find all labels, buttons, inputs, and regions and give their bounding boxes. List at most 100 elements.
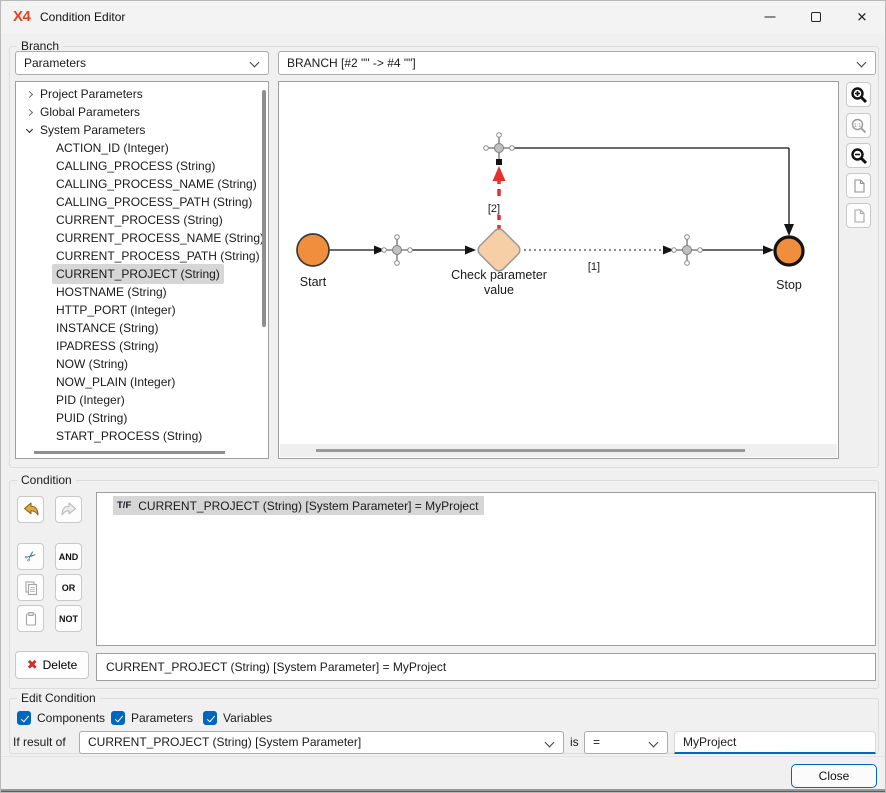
edge-start-to-connector[interactable] [329,246,385,255]
operand-value: CURRENT_PROJECT (String) [System Paramet… [88,735,361,749]
true-false-badge-icon: T/F [117,500,131,511]
copy-button[interactable] [17,574,44,601]
redo-button[interactable] [55,496,82,523]
tree-item[interactable]: Project Parameters [16,85,268,103]
tree-item[interactable]: ACTION_ID (Integer) [16,139,268,157]
stop-node[interactable] [775,237,803,265]
process-diagram-canvas[interactable]: [2] [1] [278,81,839,459]
stop-node-label: Stop [776,278,802,292]
decision-node[interactable] [476,227,523,274]
branch-dropdown[interactable]: BRANCH [#2 "" -> #4 ""] [278,51,876,75]
operand-dropdown[interactable]: CURRENT_PROJECT (String) [System Paramet… [79,731,564,754]
tree-item[interactable]: CALLING_PROCESS_PATH (String) [16,193,268,211]
tree-item[interactable]: CURRENT_PROCESS_NAME (String) [16,229,268,247]
close-window-button[interactable]: ✕ [839,1,885,33]
filter-checkbox[interactable]: Variables [203,711,272,725]
edge-branch2-selected[interactable] [493,159,506,236]
tree-item[interactable]: CURRENT_PROCESS_PATH (String) [16,247,268,265]
filter-checkbox[interactable]: Components [17,711,105,725]
tree-item[interactable]: CALLING_PROCESS_NAME (String) [16,175,268,193]
checkbox-check-icon [17,711,31,725]
condition-list-item[interactable]: T/F CURRENT_PROJECT (String) [System Par… [113,496,484,515]
process-flow-svg: [2] [1] [279,82,838,444]
edge-label-branch2: [2] [488,203,500,215]
comparison-value-input[interactable] [674,731,876,754]
maximize-button[interactable] [793,1,839,33]
condition-summary-field: CURRENT_PROJECT (String) [System Paramet… [96,653,876,681]
fit-page-button[interactable] [846,173,871,198]
window-bottom-edge [1,789,885,793]
is-label: is [570,731,579,754]
tree-chevron-icon [22,129,36,132]
connector-node[interactable] [484,133,515,159]
not-operator-button[interactable]: NOT [55,605,82,632]
tree-chevron-icon [38,218,52,223]
maximize-icon [811,12,821,22]
filter-checkbox[interactable]: Parameters [111,711,193,725]
operator-value: = [593,735,600,749]
edge-branch2-route[interactable] [512,148,794,236]
tree-item[interactable]: CALLING_PROCESS (String) [16,157,268,175]
edge-connector-to-stop[interactable] [700,246,774,255]
tree-chevron-icon [38,308,52,313]
parameter-type-dropdown[interactable]: Parameters [15,51,269,75]
or-operator-button[interactable]: OR [55,574,82,601]
zoom-actual-size-icon: 1:1 [850,117,868,135]
edge-branch1[interactable] [524,246,674,255]
close-button[interactable]: Close [791,764,877,788]
tree-chevron-icon [38,416,52,421]
condition-list[interactable]: T/F CURRENT_PROJECT (String) [System Par… [96,492,876,646]
delete-button[interactable]: ✖ Delete [15,651,89,679]
edge-connector-to-decision[interactable] [410,246,476,255]
x4-logo: X4 [13,8,30,25]
decision-node-label-line1: Check parameter [451,268,547,282]
and-operator-button[interactable]: AND [55,543,82,570]
tree-horizontal-scrollbar[interactable] [34,451,225,454]
tree-item[interactable]: NOW_PLAIN (Integer) [16,373,268,391]
delete-x-icon: ✖ [27,657,38,673]
tree-chevron-icon [38,182,52,187]
tree-item[interactable]: INSTANCE (String) [16,319,268,337]
tree-item[interactable]: PUID (String) [16,409,268,427]
tree-item[interactable]: CURRENT_PROCESS (String) [16,211,268,229]
tree-chevron-icon [38,362,52,367]
svg-text:1:1: 1:1 [853,122,861,128]
cut-button[interactable]: ✂ [17,543,44,570]
connector-node[interactable] [672,235,703,266]
minimize-button[interactable] [747,1,793,33]
connector-node[interactable] [382,235,413,266]
fit-width-button[interactable] [846,203,871,228]
zoom-actual-size-button[interactable]: 1:1 [846,113,871,138]
tree-vertical-scrollbar[interactable] [262,90,266,327]
window-title: Condition Editor [40,10,125,24]
condition-group-label: Condition [17,473,76,487]
undo-button[interactable] [17,496,44,523]
zoom-in-button[interactable] [846,82,871,107]
diagram-horizontal-scrollbar[interactable] [280,444,837,457]
condition-editor-window: X4 Condition Editor ✕ Branch Parameters … [0,0,886,793]
paste-button[interactable] [17,605,44,632]
tree-item[interactable]: IPADRESS (String) [16,337,268,355]
footer-separator [1,756,885,757]
copy-icon [23,580,39,596]
tree-item[interactable]: System Parameters [16,121,268,139]
redo-icon [59,500,79,520]
parameter-tree[interactable]: Project Parameters Global Parameters Sys… [15,81,269,459]
branch-value: BRANCH [#2 "" -> #4 ""] [287,56,416,70]
tree-item[interactable]: PID (Integer) [16,391,268,409]
tree-item[interactable]: NOW (String) [16,355,268,373]
operator-dropdown[interactable]: = [584,731,668,754]
tree-item[interactable]: START_PROCESS (String) [16,427,268,445]
zoom-in-icon [850,86,868,104]
tree-chevron-icon [22,110,36,115]
start-node[interactable] [297,234,329,266]
tree-chevron-icon [38,344,52,349]
tree-item[interactable]: HTTP_PORT (Integer) [16,301,268,319]
tree-item[interactable]: Global Parameters [16,103,268,121]
tree-chevron-icon [38,146,52,151]
tree-chevron-icon [38,200,52,205]
zoom-out-button[interactable] [846,143,871,168]
tree-item[interactable]: HOSTNAME (String) [16,283,268,301]
tree-item[interactable]: CURRENT_PROJECT (String) [16,265,268,283]
fit-page-icon [851,178,867,194]
